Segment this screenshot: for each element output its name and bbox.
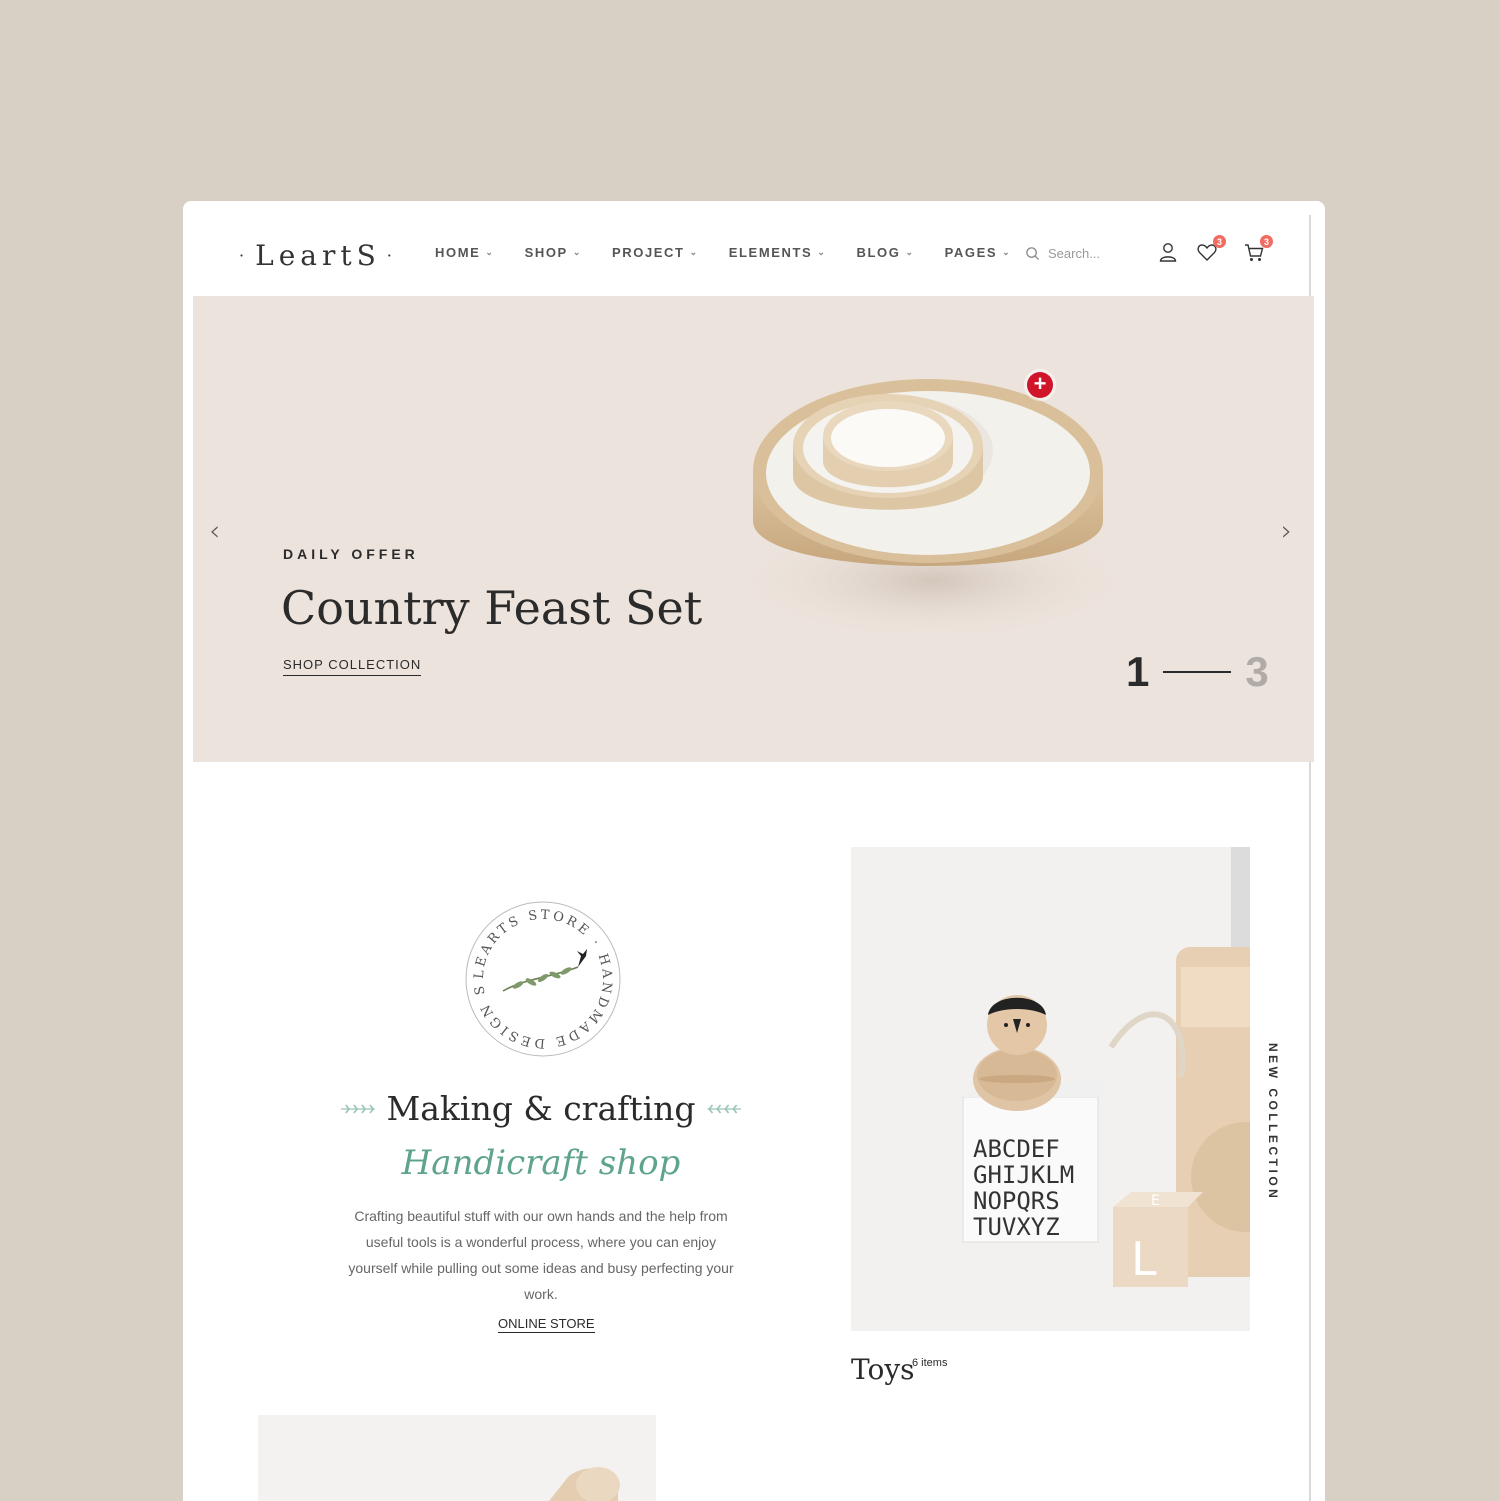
nav-item-elements[interactable]: ELEMENTS ⌄ — [729, 245, 827, 260]
section-heading: Making & crafting — [341, 1089, 741, 1128]
hero-slider: + ‹ › DAILY OFFER Country Feast Set SHOP… — [193, 296, 1314, 762]
leaf-right-icon — [707, 1103, 741, 1114]
site-header: · LeartS · HOME ⌄ SHOP ⌄ PROJECT ⌄ ELEME… — [183, 201, 1325, 296]
slider-prev-arrow[interactable]: ‹ — [209, 514, 220, 547]
toys-illustration: ABCDEF GHIJKLM NOPQRS TUVXYZ L E — [851, 847, 1250, 1331]
wishlist-icon[interactable]: 3 — [1196, 235, 1226, 265]
slider-next-arrow[interactable]: › — [1281, 514, 1292, 547]
cube-letter-front: L — [1131, 1232, 1157, 1286]
next-category-image[interactable] — [258, 1415, 656, 1501]
search-box — [1025, 245, 1120, 262]
total-slide-number[interactable]: 3 — [1245, 648, 1268, 696]
chevron-down-icon: ⌄ — [572, 247, 582, 257]
category-item-count: 6 items — [912, 1357, 948, 1369]
chevron-down-icon: ⌄ — [689, 247, 699, 257]
nav-label: PAGES — [944, 245, 998, 260]
account-icon[interactable] — [1157, 241, 1181, 265]
cart-count-badge: 3 — [1260, 235, 1273, 248]
hero-title: Country Feast Set — [281, 581, 703, 635]
svg-text:LEARTS STORE · HANDMADE DESIGN: LEARTS STORE · HANDMADE DESIGN SHOP · — [463, 899, 614, 1050]
new-collection-label: NEW COLLECTION — [1266, 1043, 1280, 1202]
chevron-down-icon: ⌄ — [905, 247, 915, 257]
nav-label: ELEMENTS — [728, 245, 813, 260]
cart-icon[interactable]: 3 — [1243, 235, 1273, 265]
wood-toy-illustration — [258, 1415, 656, 1501]
chevron-down-icon: ⌄ — [1002, 247, 1012, 257]
hero-eyebrow: DAILY OFFER — [283, 546, 419, 562]
search-input[interactable] — [1046, 245, 1120, 262]
block-letters-row-1: ABCDEF — [973, 1135, 1060, 1163]
nav-item-home[interactable]: HOME ⌄ — [435, 245, 495, 260]
online-store-link[interactable]: ONLINE STORE — [498, 1316, 595, 1333]
browser-window: · LeartS · HOME ⌄ SHOP ⌄ PROJECT ⌄ ELEME… — [183, 201, 1325, 1501]
logo-dot-right: · — [386, 245, 397, 265]
toys-category-image[interactable]: ABCDEF GHIJKLM NOPQRS TUVXYZ L E — [851, 847, 1250, 1331]
nav-item-pages[interactable]: PAGES ⌄ — [945, 245, 1012, 260]
site-logo[interactable]: · LeartS · — [233, 235, 403, 275]
shop-collection-link[interactable]: SHOP COLLECTION — [283, 657, 422, 676]
wishlist-count-badge: 3 — [1213, 235, 1226, 248]
nav-label: SHOP — [524, 245, 568, 260]
nav-label: BLOG — [856, 245, 901, 260]
block-letters-row-2: GHIJKLM — [973, 1161, 1074, 1189]
leaf-left-icon — [341, 1103, 375, 1114]
category-name[interactable]: Toys — [851, 1353, 915, 1386]
block-letters-row-4: TUVXYZ — [973, 1213, 1060, 1241]
current-slide-number[interactable]: 1 — [1126, 648, 1149, 696]
hero-product-image — [733, 379, 1128, 641]
making-crafting-title: Making & crafting — [386, 1089, 696, 1128]
chevron-down-icon: ⌄ — [485, 247, 495, 257]
nav-label: PROJECT — [611, 245, 685, 260]
nav-item-shop[interactable]: SHOP ⌄ — [525, 245, 582, 260]
cube-letter-top: E — [1151, 1193, 1160, 1209]
logo-dot-left: · — [239, 245, 250, 265]
block-letters-row-3: NOPQRS — [973, 1187, 1060, 1215]
main-nav: HOME ⌄ SHOP ⌄ PROJECT ⌄ ELEMENTS ⌄ BLOG … — [435, 245, 1041, 260]
chevron-down-icon: ⌄ — [817, 247, 827, 257]
nav-item-blog[interactable]: BLOG ⌄ — [856, 245, 914, 260]
pagination-divider — [1163, 671, 1232, 673]
store-badge-logo: LEARTS STORE · HANDMADE DESIGN SHOP · — [463, 899, 621, 1057]
search-icon[interactable] — [1025, 246, 1040, 261]
nav-label: HOME — [435, 245, 481, 260]
logo-text: LeartS — [255, 238, 381, 272]
intro-description: Crafting beautiful stuff with our own ha… — [348, 1208, 734, 1302]
nav-item-project[interactable]: PROJECT ⌄ — [612, 245, 699, 260]
handicraft-script-title: Handicraft shop — [401, 1143, 681, 1183]
product-hotspot-button[interactable]: + — [1027, 372, 1053, 398]
slider-pagination: 1 3 — [1126, 648, 1269, 696]
badge-circle-text: LEARTS STORE · HANDMADE DESIGN SHOP · — [463, 899, 611, 1050]
